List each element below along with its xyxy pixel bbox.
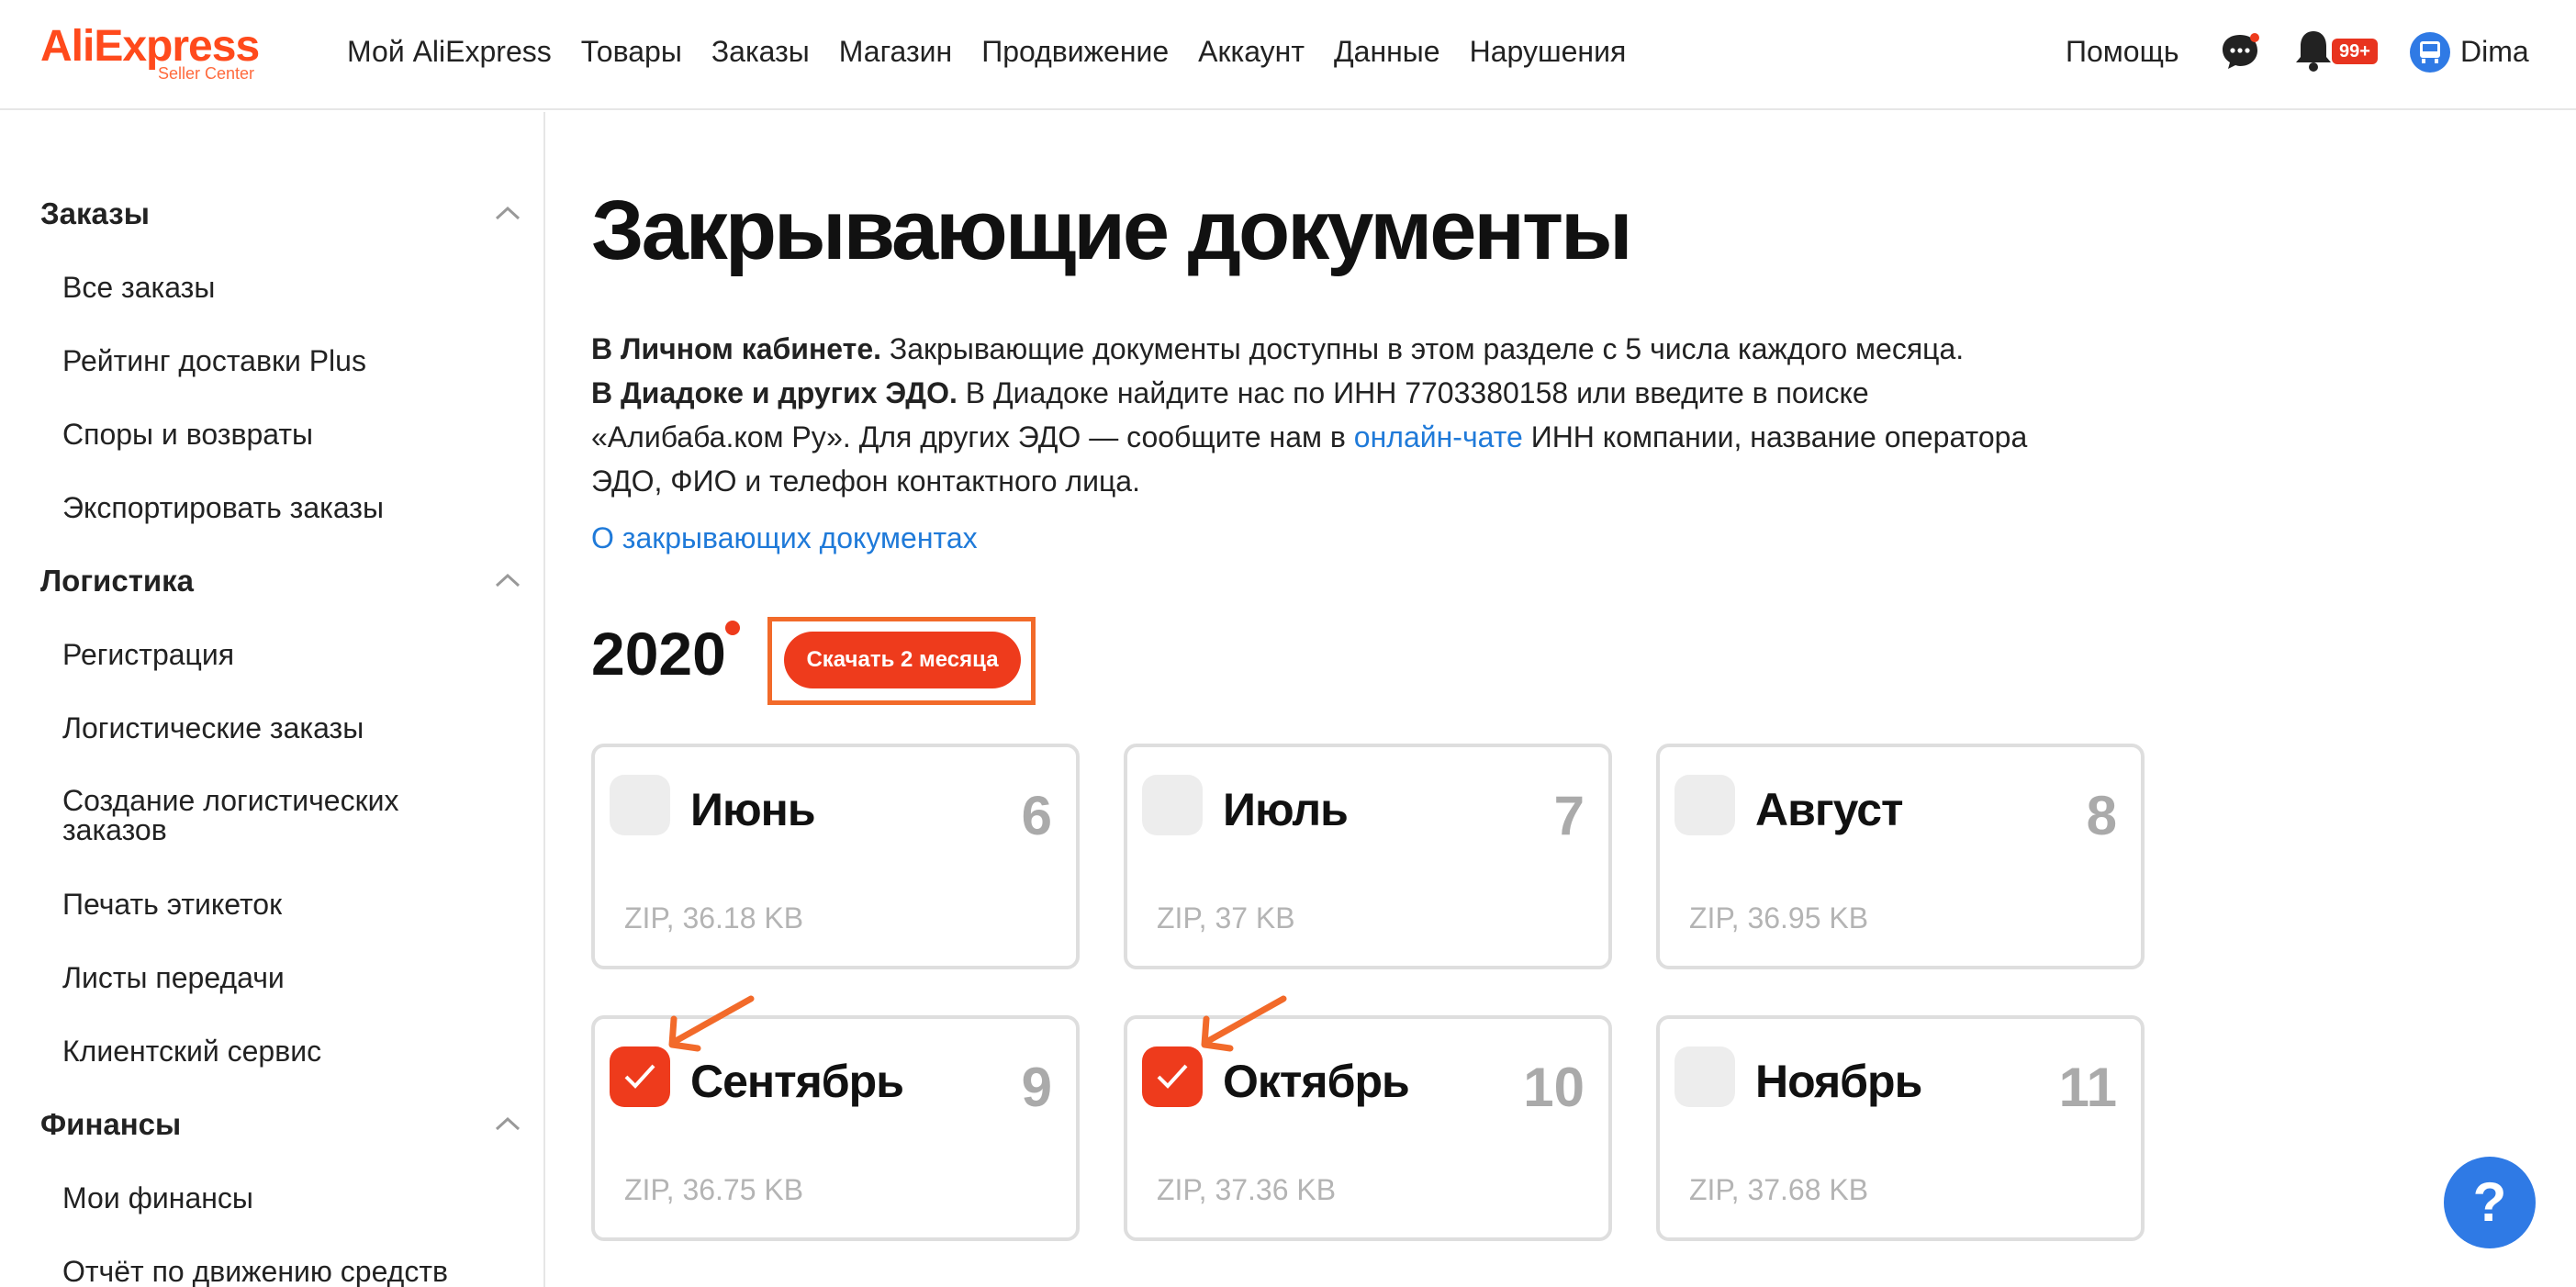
nav-my-aliexpress[interactable]: Мой AliExpress: [347, 33, 552, 70]
month-card-november[interactable]: Ноябрь 11 ZIP, 37.68 KB: [1656, 1015, 2145, 1241]
nav-orders[interactable]: Заказы: [711, 33, 810, 70]
nav-data[interactable]: Данные: [1334, 33, 1440, 70]
sidebar-item-cash-flow-report[interactable]: Отчёт по движению средств: [62, 1256, 485, 1287]
file-info: ZIP, 37.68 KB: [1689, 1173, 1869, 1206]
sidebar-item-delivery-rating[interactable]: Рейтинг доставки Plus: [62, 345, 485, 376]
desc-cabinet-text: Закрывающие документы доступны в этом ра…: [881, 332, 1965, 365]
month-card-june[interactable]: Июнь 6 ZIP, 36.18 KB: [591, 744, 1080, 969]
month-card-july[interactable]: Июль 7 ZIP, 37 KB: [1124, 744, 1612, 969]
file-info: ZIP, 37.36 KB: [1157, 1173, 1337, 1206]
checkmark-icon: [624, 1064, 655, 1089]
aliexpress-logo[interactable]: AliExpress Seller Center: [40, 22, 270, 86]
month-number: 9: [1021, 1057, 1052, 1118]
arrow-annotation-icon: [1201, 995, 1287, 1052]
chevron-up-icon[interactable]: [494, 571, 521, 589]
sidebar-group-finance[interactable]: Финансы: [40, 1107, 181, 1142]
top-header: AliExpress Seller Center Мой AliExpress …: [0, 0, 2576, 110]
sidebar-item-logistics-orders[interactable]: Логистические заказы: [62, 712, 485, 744]
month-name: Июль: [1223, 784, 1349, 835]
sidebar-item-create-logistics-orders[interactable]: Создание логистических заказов: [62, 786, 485, 845]
sidebar-item-export-orders[interactable]: Экспортировать заказы: [62, 492, 485, 523]
logo-subtitle: Seller Center: [158, 64, 255, 83]
file-info: ZIP, 36.95 KB: [1689, 901, 1869, 934]
month-checkbox[interactable]: [610, 775, 670, 835]
nav-store[interactable]: Магазин: [839, 33, 952, 70]
month-number: 8: [2086, 785, 2117, 846]
month-checkbox[interactable]: [1674, 1046, 1735, 1107]
page-description: В Личном кабинете. Закрывающие документы…: [591, 327, 2060, 503]
file-info: ZIP, 36.18 KB: [624, 901, 804, 934]
sidebar-item-all-orders[interactable]: Все заказы: [62, 272, 485, 303]
desc-cabinet-heading: В Личном кабинете.: [591, 332, 882, 365]
nav-violations[interactable]: Нарушения: [1470, 33, 1627, 70]
checkmark-icon: [1157, 1064, 1188, 1089]
file-info: ZIP, 37 KB: [1157, 901, 1295, 934]
page-title: Закрывающие документы: [591, 184, 1633, 277]
sidebar-item-handover-lists[interactable]: Листы передачи: [62, 962, 485, 993]
online-chat-link[interactable]: онлайн-чате: [1354, 420, 1523, 453]
user-icon[interactable]: [2409, 31, 2451, 73]
sidebar: Заказы Все заказы Рейтинг доставки Plus …: [0, 112, 545, 1287]
sidebar-item-customer-service[interactable]: Клиентский сервис: [62, 1035, 485, 1067]
month-checkbox[interactable]: [1142, 775, 1203, 835]
month-number: 10: [1523, 1057, 1585, 1118]
sidebar-item-print-labels[interactable]: Печать этикеток: [62, 889, 485, 920]
nav-promotion[interactable]: Продвижение: [981, 33, 1169, 70]
sidebar-item-my-finances[interactable]: Мои финансы: [62, 1182, 485, 1214]
month-name: Август: [1755, 784, 1904, 835]
year-indicator-dot: [725, 621, 740, 635]
arrow-annotation-icon: [668, 995, 755, 1052]
bell-icon[interactable]: [2291, 28, 2335, 73]
month-number: 7: [1553, 785, 1585, 846]
sidebar-item-registration[interactable]: Регистрация: [62, 639, 485, 670]
chevron-up-icon[interactable]: [494, 204, 521, 222]
notification-badge: 99+: [2332, 39, 2378, 64]
month-name: Ноябрь: [1755, 1056, 1922, 1107]
help-link[interactable]: Помощь: [2066, 33, 2179, 70]
download-months-button[interactable]: Скачать 2 месяца: [784, 632, 1021, 688]
sidebar-group-logistics[interactable]: Логистика: [40, 564, 194, 599]
desc-edo-heading: В Диадоке и других ЭДО.: [591, 376, 958, 409]
chat-icon[interactable]: [2220, 31, 2260, 72]
sidebar-group-orders[interactable]: Заказы: [40, 196, 150, 231]
month-name: Июнь: [690, 784, 816, 835]
nav-account[interactable]: Аккаунт: [1198, 33, 1305, 70]
month-card-august[interactable]: Август 8 ZIP, 36.95 KB: [1656, 744, 2145, 969]
chevron-up-icon[interactable]: [494, 1114, 521, 1133]
month-name: Октябрь: [1223, 1056, 1410, 1107]
month-name: Сентябрь: [690, 1056, 904, 1107]
about-closing-docs-link[interactable]: О закрывающих документах: [591, 520, 978, 556]
main-nav: Мой AliExpress Товары Заказы Магазин Про…: [347, 33, 1626, 70]
month-checkbox[interactable]: [1674, 775, 1735, 835]
sidebar-item-disputes[interactable]: Споры и возвраты: [62, 419, 485, 450]
help-fab-button[interactable]: ?: [2444, 1157, 2536, 1248]
file-info: ZIP, 36.75 KB: [624, 1173, 804, 1206]
month-number: 11: [2058, 1057, 2117, 1118]
nav-products[interactable]: Товары: [581, 33, 682, 70]
username[interactable]: Dima: [2460, 33, 2529, 70]
month-number: 6: [1021, 785, 1052, 846]
year-label: 2020: [591, 620, 726, 688]
